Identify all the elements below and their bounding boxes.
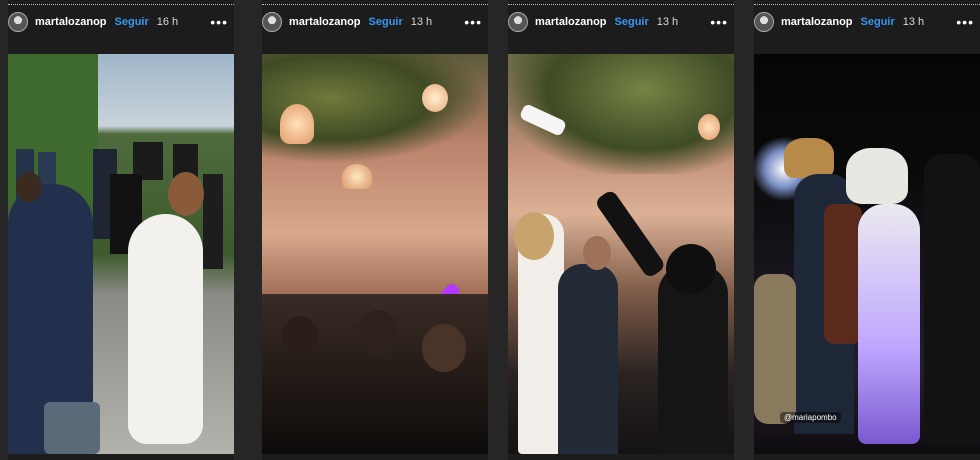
story-header: martalozanop Seguir 16 h ••• xyxy=(8,10,234,34)
username[interactable]: martalozanop xyxy=(289,16,361,28)
avatar[interactable] xyxy=(754,12,774,32)
more-options-icon[interactable]: ••• xyxy=(210,14,228,30)
avatar[interactable] xyxy=(8,12,28,32)
follow-button[interactable]: Seguir xyxy=(861,16,895,28)
story-header: martalozanop Seguir 13 h ••• xyxy=(508,10,734,34)
story-card[interactable]: martalozanop Seguir 13 h ••• xyxy=(262,0,488,460)
story-header: martalozanop Seguir 13 h ••• xyxy=(262,10,488,34)
timestamp: 16 h xyxy=(156,16,179,28)
story-progress-bar xyxy=(754,4,980,7)
avatar[interactable] xyxy=(508,12,528,32)
username[interactable]: martalozanop xyxy=(535,16,607,28)
story-photo: @mariapombo xyxy=(754,54,980,454)
username[interactable]: martalozanop xyxy=(35,16,107,28)
story-header: martalozanop Seguir 13 h ••• xyxy=(754,10,980,34)
story-progress-bar xyxy=(8,4,234,7)
story-progress-bar xyxy=(262,4,488,7)
follow-button[interactable]: Seguir xyxy=(115,16,149,28)
story-card[interactable]: martalozanop Seguir 13 h ••• xyxy=(508,0,734,460)
mention-tag[interactable]: @mariapombo xyxy=(780,412,841,423)
username[interactable]: martalozanop xyxy=(781,16,853,28)
story-card[interactable]: martalozanop Seguir 13 h ••• @mariapombo xyxy=(754,0,980,460)
story-card[interactable]: martalozanop Seguir 16 h ••• xyxy=(8,0,234,460)
more-options-icon[interactable]: ••• xyxy=(956,14,974,30)
story-progress-bar xyxy=(508,4,734,7)
story-photo xyxy=(262,54,488,454)
timestamp: 13 h xyxy=(410,16,433,28)
follow-button[interactable]: Seguir xyxy=(615,16,649,28)
avatar[interactable] xyxy=(262,12,282,32)
timestamp: 13 h xyxy=(902,16,925,28)
follow-button[interactable]: Seguir xyxy=(369,16,403,28)
more-options-icon[interactable]: ••• xyxy=(710,14,728,30)
timestamp: 13 h xyxy=(656,16,679,28)
story-photo xyxy=(508,54,734,454)
more-options-icon[interactable]: ••• xyxy=(464,14,482,30)
story-photo xyxy=(8,54,234,454)
